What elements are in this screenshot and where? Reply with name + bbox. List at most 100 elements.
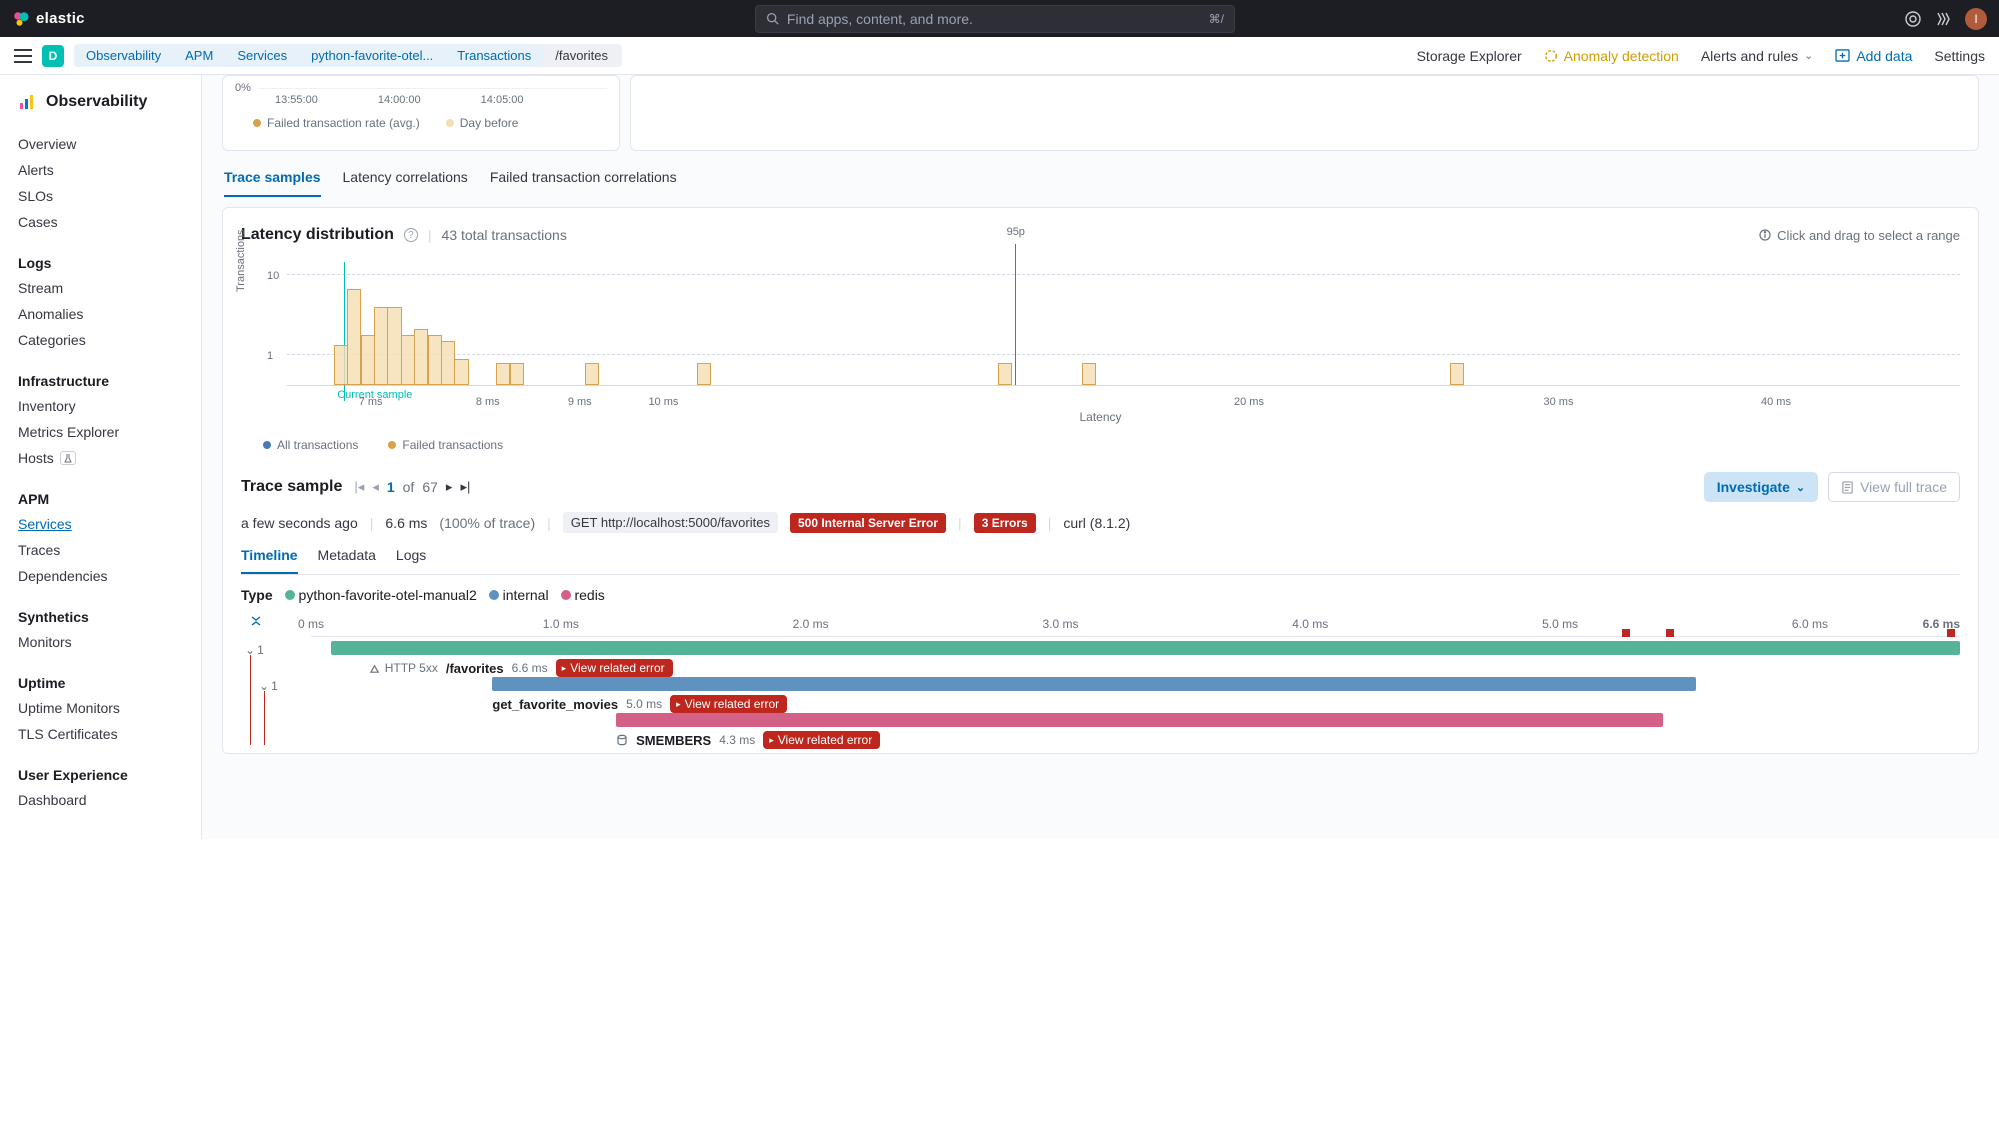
error-marker[interactable] [1666, 629, 1674, 637]
legend-item: Failed transaction rate (avg.) [253, 116, 420, 130]
search-kbd: ⌘/ [1209, 12, 1224, 26]
histogram-bar[interactable] [347, 289, 361, 385]
histogram-bar[interactable] [454, 359, 468, 385]
histogram-bar[interactable] [998, 363, 1012, 385]
breadcrumb-item[interactable]: Transactions [439, 44, 545, 67]
sidebar-header[interactable]: Observability [0, 93, 201, 125]
sidebar-item-services[interactable]: Services [0, 511, 201, 537]
subheader: D Observability APM Services python-favo… [0, 37, 1999, 75]
histogram-bar[interactable] [496, 363, 510, 385]
sidebar-item-uptime-monitors[interactable]: Uptime Monitors [0, 695, 201, 721]
sidebar: Observability Overview Alerts SLOs Cases… [0, 75, 202, 839]
sidebar-item-stream[interactable]: Stream [0, 275, 201, 301]
tab-logs[interactable]: Logs [396, 547, 426, 574]
database-icon [616, 734, 628, 746]
sidebar-item-dependencies[interactable]: Dependencies [0, 563, 201, 589]
span-bar[interactable] [492, 677, 1696, 691]
breadcrumb-item[interactable]: Services [219, 44, 301, 67]
help-icon[interactable]: ? [404, 228, 418, 242]
tree-toggle[interactable]: ⌄ 1 [245, 643, 264, 657]
error-marker[interactable] [1622, 629, 1630, 637]
sidebar-item-alerts[interactable]: Alerts [0, 157, 201, 183]
space-badge[interactable]: D [42, 45, 64, 67]
histogram-bar[interactable] [387, 307, 401, 385]
x-label: Latency [241, 410, 1960, 424]
histogram-bar[interactable] [428, 335, 442, 385]
sidebar-item-slos[interactable]: SLOs [0, 183, 201, 209]
histogram-bar[interactable] [697, 363, 711, 385]
sidebar-item-inventory[interactable]: Inventory [0, 393, 201, 419]
histogram-bar[interactable] [441, 341, 455, 385]
latency-histogram[interactable]: Transactions 10 1 95p Current sample 7 m… [241, 262, 1960, 422]
sidebar-item-overview[interactable]: Overview [0, 131, 201, 157]
y-tick: 10 [267, 270, 279, 282]
span-bar[interactable] [331, 641, 1960, 655]
breadcrumb-item[interactable]: Observability [74, 44, 175, 67]
user-avatar[interactable]: I [1965, 8, 1987, 30]
histogram-bar[interactable] [1082, 363, 1096, 385]
waterfall-row[interactable]: ⌄ 1 HTTP 5xx /favorites 6.6 ms ▸Vi [241, 637, 1960, 673]
anomaly-detection-link[interactable]: Anomaly detection [1544, 48, 1679, 64]
view-related-error-button[interactable]: ▸View related error [763, 731, 880, 749]
sidebar-item-monitors[interactable]: Monitors [0, 629, 201, 655]
histogram-bar[interactable] [585, 363, 599, 385]
trace-duration: 6.6 ms [385, 515, 427, 531]
error-marker[interactable] [1947, 629, 1955, 637]
search-icon [766, 12, 779, 25]
collapse-all-icon[interactable] [249, 614, 263, 628]
nav-toggle[interactable] [14, 49, 32, 63]
histogram-bar[interactable] [334, 345, 348, 385]
info-icon [1759, 229, 1771, 241]
pager-next[interactable]: ▸ [446, 479, 453, 495]
alerts-rules-dropdown[interactable]: Alerts and rules ⌄ [1701, 48, 1814, 64]
sidebar-item-tls-certificates[interactable]: TLS Certificates [0, 721, 201, 747]
histogram-bar[interactable] [510, 363, 524, 385]
search-placeholder: Find apps, content, and more. [787, 11, 1201, 27]
sidebar-item-hosts[interactable]: Hosts [0, 445, 201, 471]
help-icon[interactable] [1905, 11, 1921, 27]
sidebar-item-metrics-explorer[interactable]: Metrics Explorer [0, 419, 201, 445]
sidebar-title: Observability [46, 93, 147, 111]
histogram-bar[interactable] [414, 329, 428, 385]
breadcrumb-item[interactable]: APM [167, 44, 227, 67]
histogram-bar[interactable] [361, 335, 375, 385]
elastic-logo-icon [12, 10, 30, 28]
waterfall-row[interactable]: SMEMBERS 4.3 ms ▸View related error [241, 709, 1960, 745]
type-item: internal [489, 587, 549, 603]
sidebar-item-traces[interactable]: Traces [0, 537, 201, 563]
pager-total: 67 [422, 479, 438, 495]
waterfall-row[interactable]: ⌄ 1 get_favorite_movies 5.0 ms ▸View rel… [241, 673, 1960, 709]
settings-link[interactable]: Settings [1934, 48, 1985, 64]
tab-latency-correlations[interactable]: Latency correlations [343, 169, 468, 197]
histogram-bar[interactable] [401, 335, 415, 385]
tab-timeline[interactable]: Timeline [241, 547, 298, 574]
sidebar-item-cases[interactable]: Cases [0, 209, 201, 235]
histogram-bar[interactable] [374, 307, 388, 385]
tab-metadata[interactable]: Metadata [318, 547, 376, 574]
pager-last[interactable]: ▸| [460, 479, 470, 495]
sidebar-item-anomalies[interactable]: Anomalies [0, 301, 201, 327]
trace-status: 500 Internal Server Error [790, 513, 946, 533]
view-full-trace-button[interactable]: View full trace [1828, 472, 1960, 502]
histogram-bar[interactable] [1450, 363, 1464, 385]
tab-trace-samples[interactable]: Trace samples [224, 169, 321, 197]
global-search[interactable]: Find apps, content, and more. ⌘/ [755, 5, 1235, 33]
storage-explorer-link[interactable]: Storage Explorer [1417, 48, 1522, 64]
breadcrumb-item[interactable]: python-favorite-otel... [293, 44, 447, 67]
sidebar-item-dashboard[interactable]: Dashboard [0, 787, 201, 813]
tab-failed-correlations[interactable]: Failed transaction correlations [490, 169, 677, 197]
newsfeed-icon[interactable] [1935, 11, 1951, 27]
anomaly-icon [1544, 49, 1558, 63]
add-data-link[interactable]: Add data [1835, 48, 1912, 64]
type-item: python-favorite-otel-manual2 [285, 587, 477, 603]
elastic-logo[interactable]: elastic [12, 10, 85, 28]
sidebar-heading: Logs [0, 247, 201, 275]
trace-errors[interactable]: 3 Errors [974, 513, 1036, 533]
legend-item: All transactions [263, 438, 358, 452]
sidebar-item-categories[interactable]: Categories [0, 327, 201, 353]
pager-first[interactable]: |◂ [354, 479, 364, 495]
span-bar[interactable] [616, 713, 1663, 727]
pager-prev[interactable]: ◂ [372, 479, 379, 495]
tree-toggle[interactable]: ⌄ 1 [259, 679, 278, 693]
investigate-button[interactable]: Investigate ⌄ [1704, 472, 1818, 502]
